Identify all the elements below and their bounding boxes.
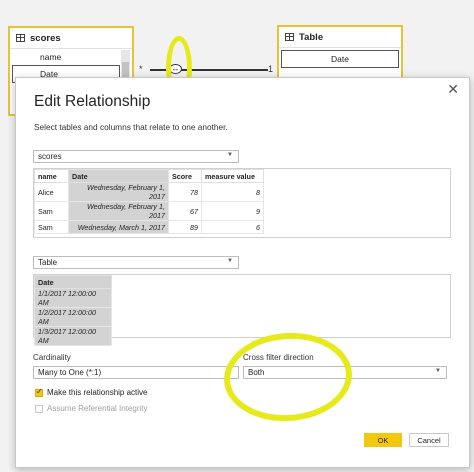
table-cell: 6	[201, 220, 264, 234]
many-cardinality-glyph: *	[139, 64, 143, 74]
table-cell: Alice	[34, 182, 69, 202]
table-table-card[interactable]: Table Date	[277, 25, 403, 85]
table-row: Sam Wednesday, March 1, 2017 89 6	[34, 220, 264, 234]
column-header[interactable]: Date	[34, 275, 112, 289]
scores-card-title: scores	[30, 32, 61, 44]
column-header[interactable]: Date	[68, 169, 169, 183]
table-cell: 1/1/2017 12:00:00 AM	[34, 288, 112, 308]
second-table-dropdown[interactable]: Table ▼	[33, 256, 239, 269]
second-table-value: Table	[38, 258, 58, 267]
table-cell: Sam	[34, 201, 69, 221]
checkbox-checked-icon	[35, 387, 43, 397]
table-cell: Wednesday, February 1, 2017	[68, 201, 169, 221]
field-date[interactable]: Date	[281, 50, 399, 68]
second-table-preview[interactable]: Date 1/1/2017 12:00:00 AM 1/2/2017 12:00…	[33, 274, 451, 346]
table-cell: 8	[201, 182, 264, 202]
table-row: 1/3/2017 12:00:00 AM	[34, 326, 112, 346]
table-row: Sam Wednesday, February 1, 2017 67 9	[34, 201, 264, 221]
cardinality-dropdown[interactable]: Many to One (*:1) ▼	[33, 366, 239, 379]
table-cell: Sam	[34, 220, 69, 234]
table-card-title: Table	[299, 31, 324, 43]
referential-integrity-label: Assume Referential Integrity	[47, 404, 148, 413]
table-header-row: Date	[34, 275, 112, 289]
table-header-row: name Date Score measure value	[34, 169, 264, 183]
close-icon[interactable]: ✕	[447, 81, 459, 98]
first-table-preview[interactable]: name Date Score measure value Alice Wedn…	[33, 168, 451, 238]
table-cell: 1/2/2017 12:00:00 AM	[34, 307, 112, 327]
table-cell: 78	[168, 182, 202, 202]
column-header[interactable]: measure value	[201, 169, 264, 183]
make-active-label: Make this relationship active	[47, 388, 148, 397]
cardinality-label: Cardinality	[33, 353, 71, 362]
dialog-subtitle: Select tables and columns that relate to…	[34, 122, 228, 132]
checkbox-unchecked-icon	[35, 404, 43, 413]
scores-card-header: scores	[10, 28, 132, 49]
cancel-button[interactable]: Cancel	[409, 433, 449, 447]
second-table-grid: Date 1/1/2017 12:00:00 AM 1/2/2017 12:00…	[34, 275, 112, 346]
first-table-grid: name Date Score measure value Alice Wedn…	[34, 169, 264, 234]
chevron-down-icon: ▼	[227, 152, 233, 158]
table-row: 1/2/2017 12:00:00 AM	[34, 307, 112, 327]
one-cardinality-glyph: 1	[268, 64, 274, 74]
table-cell: 1/3/2017 12:00:00 AM	[34, 326, 112, 346]
table-cell: 67	[168, 201, 202, 221]
column-header[interactable]: name	[34, 169, 69, 183]
chevron-down-icon: ▼	[227, 258, 233, 264]
dialog-title: Edit Relationship	[34, 93, 151, 110]
make-active-checkbox[interactable]: Make this relationship active	[35, 387, 148, 397]
chevron-down-icon: ▼	[435, 368, 441, 374]
table-cell: 89	[168, 220, 202, 234]
table-cell: 9	[201, 201, 264, 221]
cardinality-value: Many to One (*:1)	[38, 368, 102, 377]
table-cell: Wednesday, February 1, 2017	[68, 182, 169, 202]
column-header[interactable]: Score	[168, 169, 202, 183]
ok-button[interactable]: OK	[364, 433, 402, 447]
table-icon	[285, 33, 294, 41]
first-table-dropdown[interactable]: scores ▼	[33, 150, 239, 163]
table-icon	[16, 34, 25, 42]
first-table-value: scores	[38, 152, 62, 161]
table-card-header: Table	[279, 27, 401, 48]
table-row: Alice Wednesday, February 1, 2017 78 8	[34, 182, 264, 202]
referential-integrity-checkbox: Assume Referential Integrity	[35, 404, 148, 413]
table-cell: Wednesday, March 1, 2017	[68, 220, 169, 234]
table-row: 1/1/2017 12:00:00 AM	[34, 288, 112, 308]
field-name[interactable]: name	[10, 49, 132, 65]
